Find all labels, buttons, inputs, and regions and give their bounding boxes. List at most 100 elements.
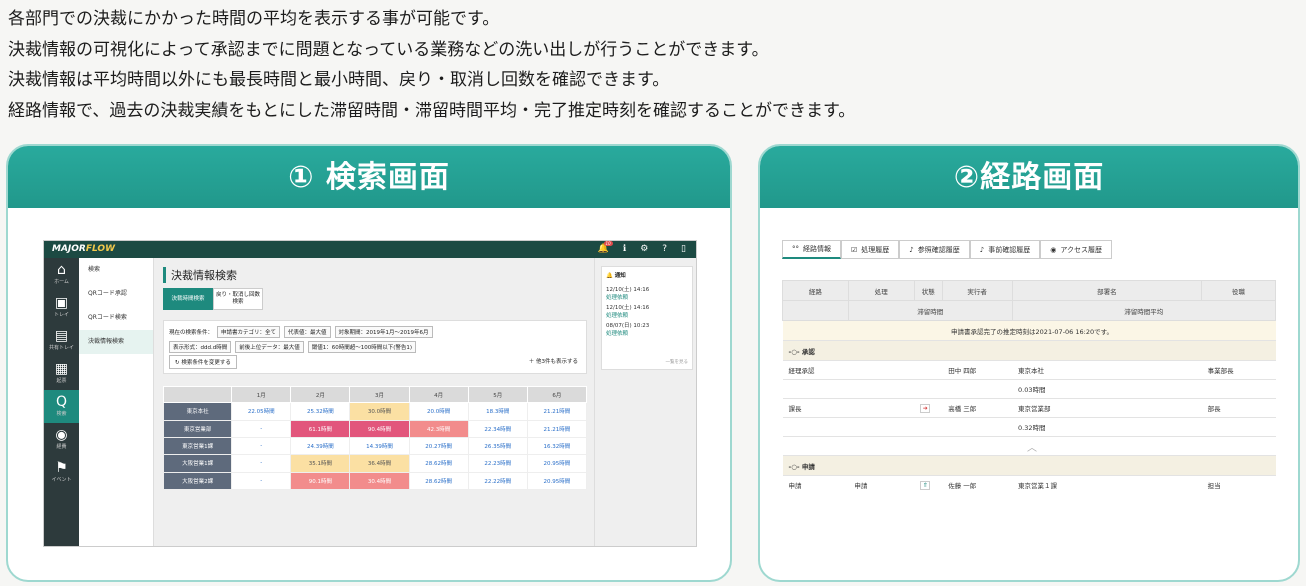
card-title: ① 検索画面 — [8, 146, 730, 208]
table-cell[interactable]: 16.32時間 — [526, 436, 588, 456]
view-all-link[interactable]: 一覧を見る — [666, 359, 689, 365]
position-cell: 部長 — [1201, 398, 1276, 418]
notice-date: 12/10(土) 14:16 — [606, 305, 650, 311]
table-cell[interactable]: 22.23時間 — [467, 454, 528, 473]
table-cell[interactable]: 30.4時間 — [349, 471, 410, 491]
column-header: 経路 — [782, 280, 849, 301]
sub-menu: 検索 QRコード承認 QRコード検索 決裁情報検索 — [79, 258, 154, 546]
column-header: 1月 — [231, 385, 292, 404]
logout-icon[interactable]: ▯ — [681, 244, 686, 254]
notice-link[interactable]: 処理依頼 — [606, 311, 688, 319]
tab-time-search[interactable]: 決裁時間検索 — [163, 288, 213, 310]
table-cell[interactable]: 28.62時間 — [408, 471, 469, 491]
position-cell: 担当 — [1201, 475, 1276, 495]
table-cell[interactable]: - — [231, 436, 292, 456]
table-cell[interactable]: 21.21時間 — [526, 419, 588, 438]
table-cell[interactable]: 36.4時間 — [349, 454, 410, 473]
submenu-item[interactable]: 検索 — [79, 258, 153, 282]
column-header: 部署名 — [1011, 280, 1203, 301]
nav-label: ホーム — [54, 279, 69, 285]
route-tab[interactable]: ◉ アクセス履歴 — [1040, 240, 1112, 259]
table-cell[interactable]: 22.34時間 — [467, 419, 528, 438]
nav-label: 起票 — [56, 378, 67, 384]
table-cell[interactable]: - — [231, 471, 292, 491]
dept-cell: 東京営業部 — [1012, 398, 1202, 418]
table-cell[interactable]: 26.35時間 — [467, 436, 528, 456]
logo: MAJORFLOW — [52, 244, 115, 254]
collapse-row[interactable]: ︿ — [782, 436, 1276, 456]
process-cell — [848, 360, 915, 380]
table-cell[interactable]: 20.95時間 — [526, 454, 588, 473]
column-header: 2月 — [290, 385, 351, 404]
nav-item[interactable]: Q 検索 — [44, 390, 79, 423]
table-cell[interactable]: - — [231, 454, 292, 473]
route-tab[interactable]: ♪ 参照確認履歴 — [899, 240, 970, 259]
tab-icon: °° — [792, 245, 799, 253]
table-cell[interactable]: - — [231, 419, 292, 438]
search-app-screenshot: MAJORFLOW 🔔 10 ℹ ⚙ ? ▯ ⌂ ホーム ▣ トレイ ▤ 共有トレイ ▦ 起票 Q… — [43, 240, 697, 547]
table-cell[interactable]: 21.21時間 — [526, 402, 588, 421]
nav-item[interactable]: ▦ 起票 — [44, 357, 79, 390]
column-header — [162, 385, 233, 404]
table-cell[interactable]: 18.3時間 — [467, 402, 528, 421]
tab-icon: ☑ — [851, 245, 858, 254]
table-cell[interactable]: 28.62時間 — [408, 454, 469, 473]
column-header: 4月 — [408, 385, 469, 404]
route-tab[interactable]: ☑ 処理履歴 — [841, 240, 900, 259]
help-icon[interactable]: ? — [662, 244, 667, 254]
nav-label: 経費 — [56, 444, 67, 450]
nav-icon: ⌂ — [57, 262, 66, 278]
table-cell[interactable]: 90.4時間 — [349, 419, 410, 438]
submenu-item[interactable]: QRコード承認 — [79, 282, 153, 306]
gear-icon[interactable]: ⚙ — [640, 244, 648, 254]
notice-link[interactable]: 処理依頼 — [606, 293, 688, 301]
table-cell[interactable]: 30.0時間 — [349, 402, 410, 421]
chevron-up-icon[interactable]: ︿ — [782, 436, 1276, 456]
nav-item[interactable]: ⌂ ホーム — [44, 258, 79, 291]
table-cell[interactable]: 14.39時間 — [349, 436, 410, 456]
column-header: 3月 — [349, 385, 410, 404]
table-cell[interactable]: 25.32時間 — [290, 402, 351, 421]
table-cell[interactable]: 61.1時間 — [290, 419, 351, 438]
card-title: ②経路画面 — [760, 146, 1298, 208]
nav-item[interactable]: ▣ トレイ — [44, 291, 79, 324]
column-header: 6月 — [526, 385, 588, 404]
notice-title: 通知 — [614, 273, 626, 279]
tab-return-cancel-search[interactable]: 戻り・取消し回数 検索 — [213, 288, 263, 310]
nav-item[interactable]: ⚑ イベント — [44, 456, 79, 489]
row-header: 東京営業1課 — [162, 436, 233, 456]
table-row: 課長 ➜ 高橋 三郎 東京営業部 部長 — [782, 398, 1276, 418]
route-tab[interactable]: °° 経路情報 — [782, 240, 841, 259]
bell-icon[interactable]: 🔔 10 — [598, 241, 613, 254]
table-cell[interactable]: 42.3時間 — [408, 419, 469, 438]
tab-label: 事前確認履歴 — [988, 245, 1031, 254]
nav-icon: ⚑ — [55, 460, 68, 476]
table-cell[interactable]: 22.22時間 — [467, 471, 528, 491]
table-row: 東京営業1課 -24.39時間 14.39時間 20.27時間 26.35時間 16.32… — [162, 436, 588, 456]
table-cell[interactable]: 24.39時間 — [290, 436, 351, 456]
stay-time: 0.03時間 — [1012, 379, 1276, 399]
table-cell[interactable]: 20.0時間 — [408, 402, 469, 421]
table-cell[interactable]: 22.05時間 — [231, 402, 292, 421]
row-header: 東京営業部 — [162, 419, 233, 438]
nav-item[interactable]: ▤ 共有トレイ — [44, 324, 79, 357]
condition-chip: 代表値：最大値 — [284, 326, 331, 338]
results-table: 1月 2月 3月 4月 5月 6月 東京本社 22.05時間 25.32時間 30.0時間 20.0… — [162, 385, 588, 491]
change-conditions-button[interactable]: ↻ 検索条件を変更する — [169, 355, 237, 369]
table-cell[interactable]: 35.1時間 — [290, 454, 351, 473]
route-tab[interactable]: ♪ 事前確認履歴 — [969, 240, 1041, 259]
submenu-item[interactable]: QRコード検索 — [79, 306, 153, 330]
table-cell[interactable]: 20.95時間 — [526, 471, 588, 491]
notice-link[interactable]: 処理依頼 — [606, 329, 688, 337]
tab-icon: ◉ — [1050, 245, 1057, 254]
info-icon[interactable]: ℹ — [623, 244, 626, 254]
table-cell[interactable]: 90.1時間 — [290, 471, 351, 491]
submenu-item[interactable]: 決裁情報検索 — [79, 330, 153, 354]
nav-item[interactable]: ◉ 経費 — [44, 423, 79, 456]
nav-icon: ▦ — [54, 361, 69, 377]
tab-label: 処理履歴 — [861, 245, 890, 254]
show-more-link[interactable]: ＋ 他3件も表示する — [529, 357, 578, 365]
table-cell[interactable]: 20.27時間 — [408, 436, 469, 456]
table-row: 申請 申請 ⇑ 佐藤 一郎 東京営業１課 担当 — [782, 475, 1276, 495]
column-header: 処理 — [847, 280, 915, 301]
